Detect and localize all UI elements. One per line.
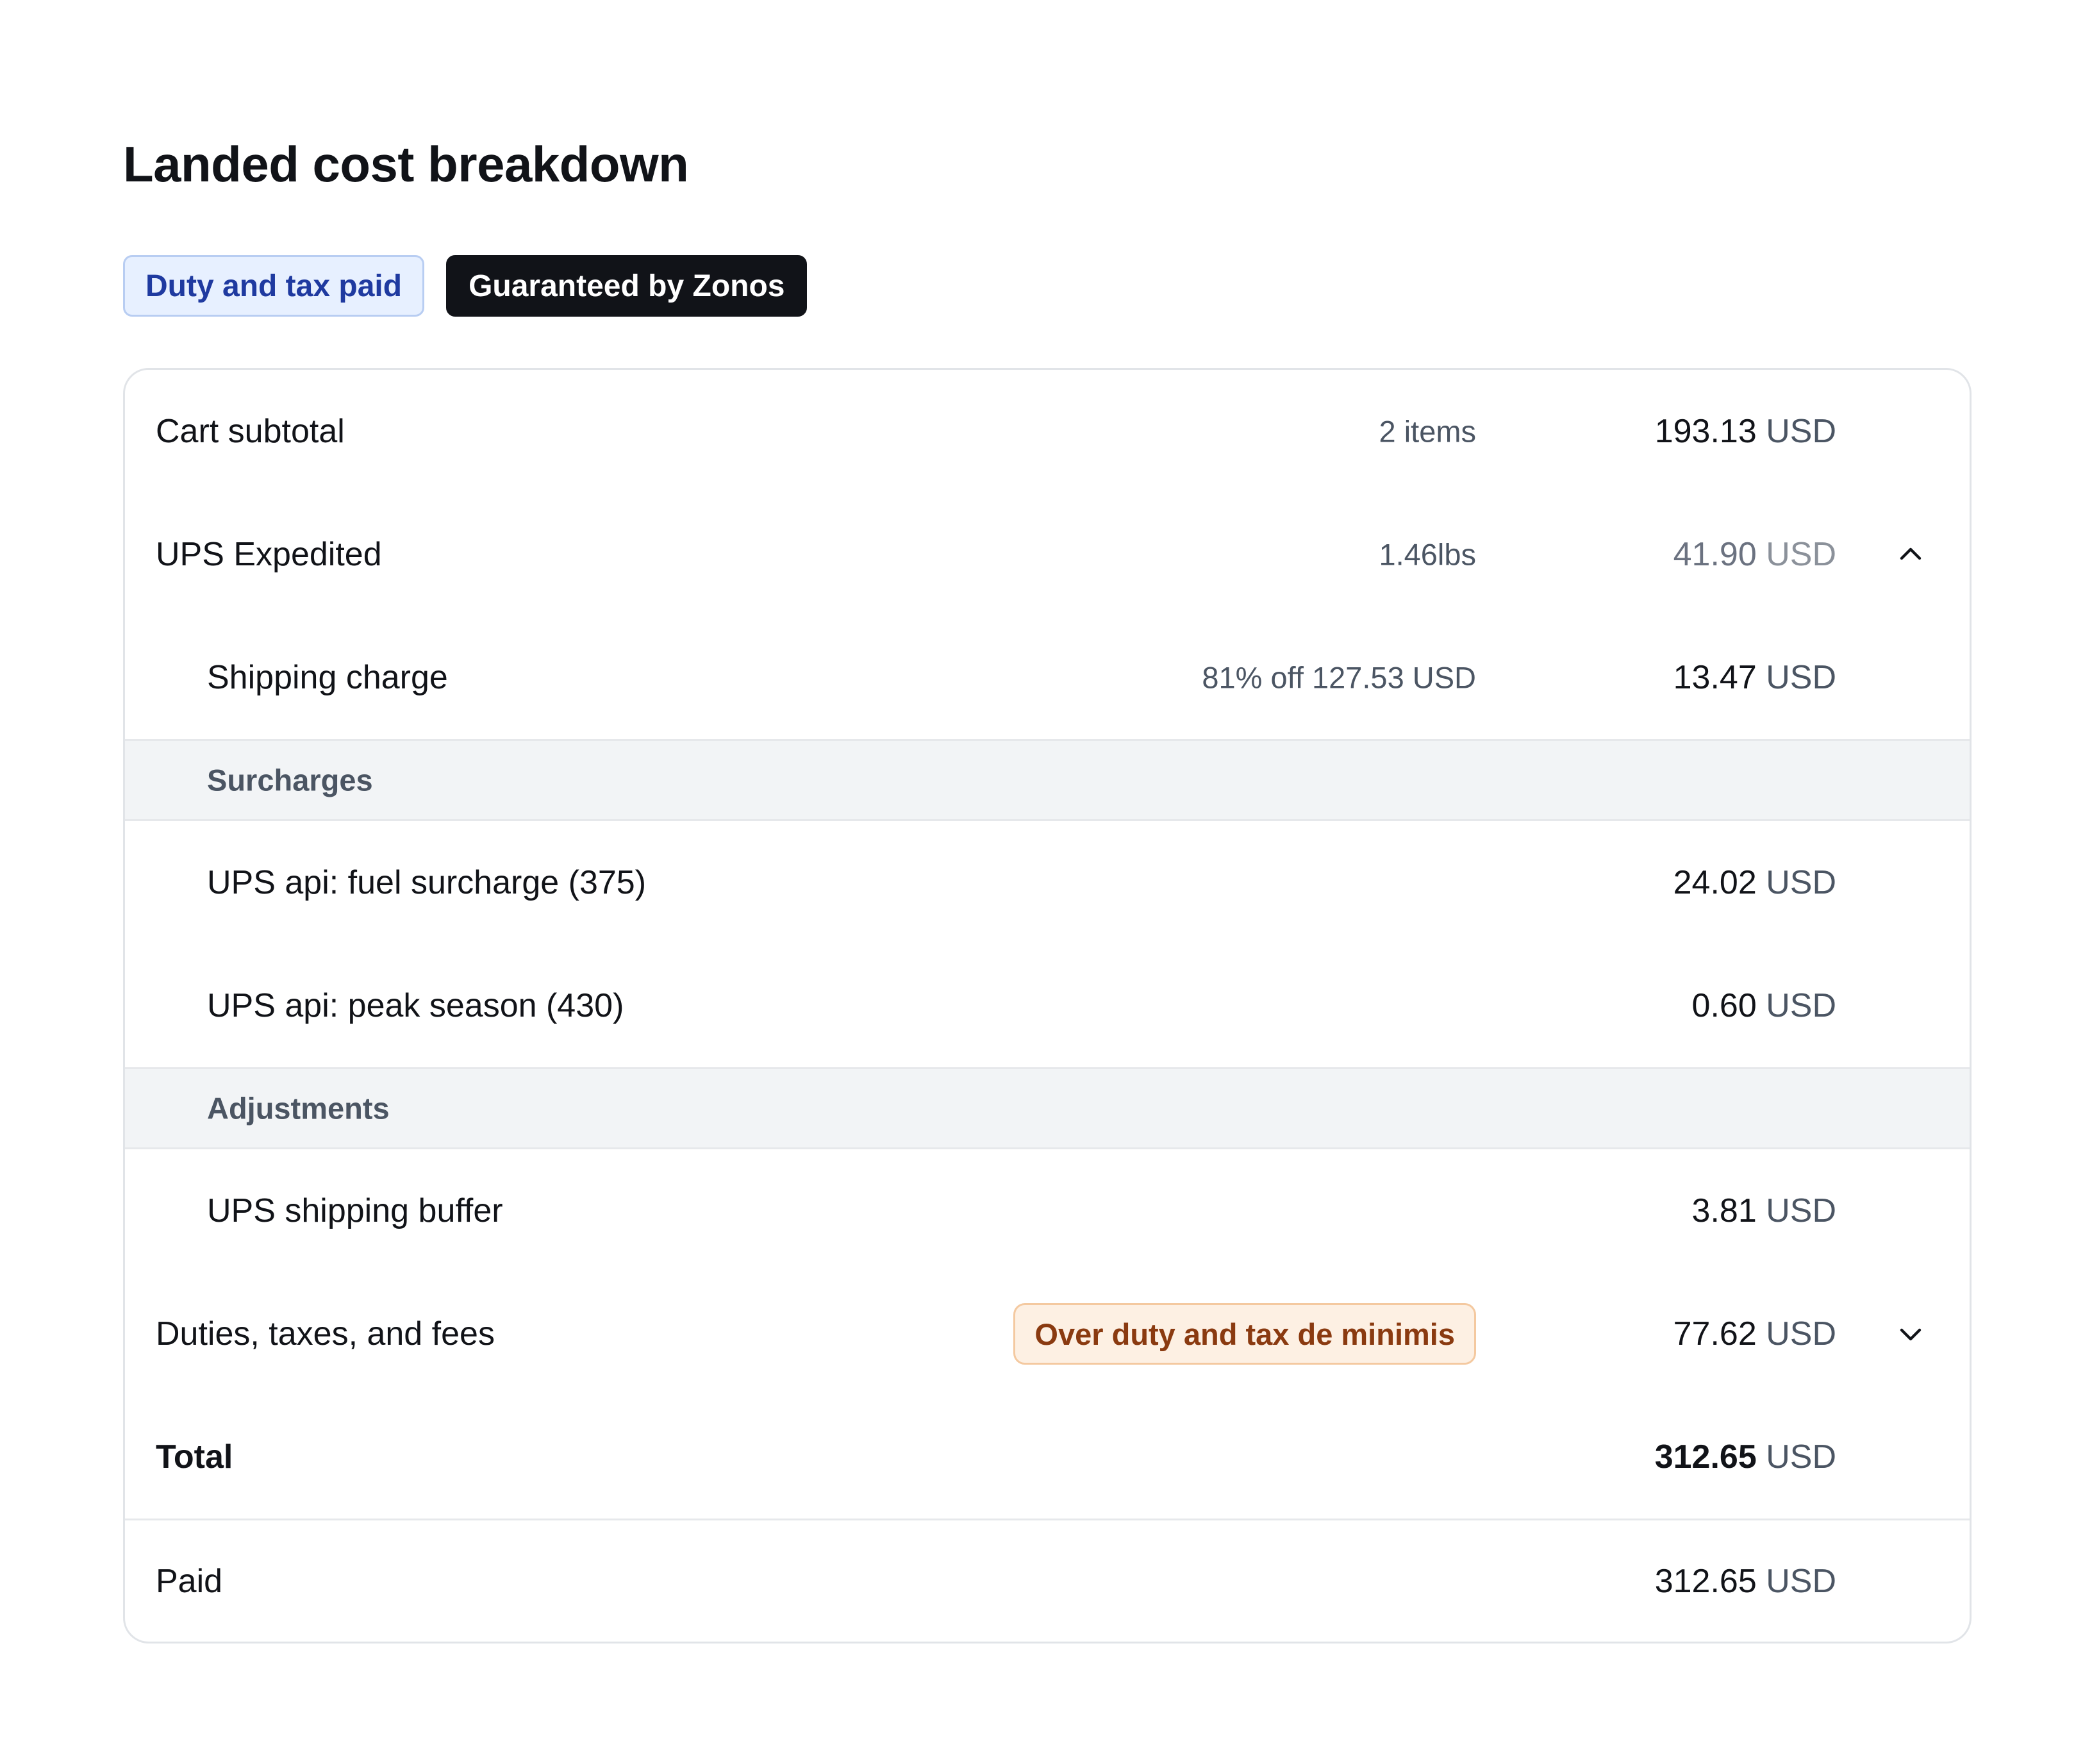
amount-value: 13.47 bbox=[1673, 659, 1757, 696]
currency-code: USD bbox=[1766, 1438, 1836, 1476]
amount-value: 24.02 bbox=[1673, 864, 1757, 901]
ups-expedited-row[interactable]: UPS Expedited 1.46lbs 41.90 USD bbox=[125, 493, 1970, 616]
duties-amount: 77.62 USD bbox=[1673, 1315, 1836, 1353]
shipping-discount-note: 81% off 127.53 USD bbox=[1202, 660, 1476, 695]
shipping-charge-row: Shipping charge 81% off 127.53 USD 13.47… bbox=[125, 616, 1970, 739]
amount-value: 77.62 bbox=[1673, 1315, 1757, 1352]
amount-value: 312.65 bbox=[1654, 1562, 1757, 1600]
total-label: Total bbox=[156, 1438, 233, 1476]
amount-value: 312.65 bbox=[1654, 1438, 1757, 1476]
cart-subtotal-label: Cart subtotal bbox=[156, 413, 345, 450]
fuel-surcharge-row: UPS api: fuel surcharge (375) 24.02 USD bbox=[125, 821, 1970, 944]
adjustments-label: Adjustments bbox=[207, 1091, 390, 1126]
peak-season-amount: 0.60 USD bbox=[1692, 986, 1836, 1025]
duties-row[interactable]: Duties, taxes, and fees Over duty and ta… bbox=[125, 1272, 1970, 1395]
cart-subtotal-amount: 193.13 USD bbox=[1655, 412, 1836, 451]
shipping-charge-label: Shipping charge bbox=[207, 659, 448, 696]
currency-code: USD bbox=[1766, 864, 1836, 901]
status-badges: Duty and tax paid Guaranteed by Zonos bbox=[123, 255, 1972, 317]
chevron-down-icon[interactable] bbox=[1891, 1315, 1930, 1353]
cost-breakdown-card: Cart subtotal 2 items 193.13 USD UPS Exp… bbox=[123, 368, 1972, 1643]
fuel-surcharge-amount: 24.02 USD bbox=[1673, 863, 1836, 902]
page-title: Landed cost breakdown bbox=[123, 136, 689, 192]
surcharges-section-header: Surcharges bbox=[125, 739, 1970, 821]
currency-code: USD bbox=[1766, 659, 1836, 696]
de-minimis-warning-badge: Over duty and tax de minimis bbox=[1013, 1303, 1476, 1365]
total-row: Total 312.65 USD bbox=[125, 1395, 1970, 1519]
amount-value: 41.90 bbox=[1673, 536, 1757, 573]
shipping-buffer-amount: 3.81 USD bbox=[1692, 1192, 1836, 1230]
amount-value: 193.13 bbox=[1654, 413, 1757, 450]
peak-season-label: UPS api: peak season (430) bbox=[207, 987, 624, 1024]
cart-subtotal-row: Cart subtotal 2 items 193.13 USD bbox=[125, 370, 1970, 493]
currency-code: USD bbox=[1766, 987, 1836, 1024]
paid-amount: 312.65 USD bbox=[1655, 1562, 1836, 1601]
currency-code: USD bbox=[1766, 1315, 1836, 1352]
surcharges-label: Surcharges bbox=[207, 763, 373, 797]
peak-season-row: UPS api: peak season (430) 0.60 USD bbox=[125, 944, 1970, 1067]
adjustments-section-header: Adjustments bbox=[125, 1067, 1970, 1149]
ups-expedited-amount: 41.90 USD bbox=[1673, 535, 1836, 574]
guaranteed-badge: Guaranteed by Zonos bbox=[446, 255, 808, 317]
amount-value: 3.81 bbox=[1691, 1192, 1757, 1229]
shipment-weight: 1.46lbs bbox=[1379, 537, 1476, 572]
shipping-charge-amount: 13.47 USD bbox=[1673, 658, 1836, 697]
duties-label: Duties, taxes, and fees bbox=[156, 1315, 495, 1352]
currency-code: USD bbox=[1766, 413, 1836, 450]
currency-code: USD bbox=[1766, 536, 1836, 573]
ups-expedited-label: UPS Expedited bbox=[156, 536, 382, 573]
fuel-surcharge-label: UPS api: fuel surcharge (375) bbox=[207, 864, 647, 901]
amount-value: 0.60 bbox=[1691, 987, 1757, 1024]
chevron-up-icon[interactable] bbox=[1891, 535, 1930, 574]
cart-item-count: 2 items bbox=[1379, 414, 1477, 449]
shipping-buffer-label: UPS shipping buffer bbox=[207, 1192, 503, 1229]
landed-cost-page: Landed cost breakdown Duty and tax paid … bbox=[123, 128, 1972, 1643]
shipping-buffer-row: UPS shipping buffer 3.81 USD bbox=[125, 1149, 1970, 1272]
currency-code: USD bbox=[1766, 1562, 1836, 1600]
total-amount: 312.65 USD bbox=[1655, 1438, 1836, 1476]
duty-paid-badge: Duty and tax paid bbox=[123, 255, 425, 317]
currency-code: USD bbox=[1766, 1192, 1836, 1229]
paid-row: Paid 312.65 USD bbox=[125, 1519, 1970, 1642]
paid-label: Paid bbox=[156, 1562, 223, 1600]
